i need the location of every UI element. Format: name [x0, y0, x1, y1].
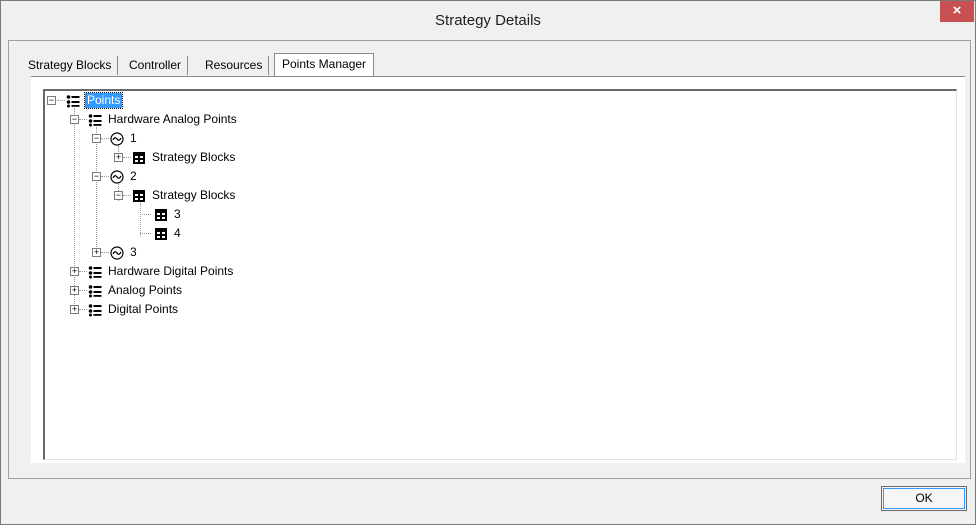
tree-node-block-4[interactable]: 4	[45, 225, 245, 243]
collapse-toggle[interactable]: −	[92, 172, 101, 181]
tree-node-point-2[interactable]: − 2	[45, 168, 245, 186]
tree-node-hardware-digital-points[interactable]: + Hardware Digital Points	[45, 263, 345, 281]
list-icon	[66, 95, 80, 108]
tree-node-label[interactable]: Points	[83, 92, 124, 109]
tree-node-label[interactable]: 2	[128, 169, 139, 184]
expand-toggle[interactable]: +	[92, 248, 101, 257]
block-icon	[155, 228, 167, 240]
ok-button-label: OK	[915, 491, 933, 505]
analog-wave-icon	[110, 246, 124, 260]
tab-controller[interactable]: Controller	[123, 56, 189, 75]
list-icon	[88, 304, 102, 317]
points-tree-view[interactable]: − Points − Hardware Analog Points − 1 +	[43, 89, 957, 460]
tree-node-point-2-strategy-blocks[interactable]: − Strategy Blocks	[45, 187, 345, 205]
tree-node-label[interactable]: 1	[128, 131, 139, 146]
expand-toggle[interactable]: +	[70, 267, 79, 276]
collapse-toggle[interactable]: −	[114, 191, 123, 200]
close-icon: ×	[952, 2, 962, 19]
tree-node-analog-points[interactable]: + Analog Points	[45, 282, 345, 300]
tree-node-label[interactable]: 3	[128, 245, 139, 260]
tab-resources[interactable]: Resources	[199, 56, 270, 75]
tab-points-manager[interactable]: Points Manager	[274, 53, 375, 76]
tree-node-digital-points[interactable]: + Digital Points	[45, 301, 345, 319]
tree-node-label[interactable]: Analog Points	[106, 283, 184, 298]
tree-node-label[interactable]: Hardware Digital Points	[106, 264, 235, 279]
block-icon	[133, 190, 145, 202]
tree-node-points[interactable]: − Points	[45, 92, 245, 110]
collapse-toggle[interactable]: −	[92, 134, 101, 143]
collapse-toggle[interactable]: −	[47, 96, 56, 105]
collapse-toggle[interactable]: −	[70, 115, 79, 124]
tree-node-label[interactable]: Digital Points	[106, 302, 180, 317]
list-icon	[88, 114, 102, 127]
tree-node-label[interactable]: Strategy Blocks	[150, 150, 237, 165]
tree-node-label[interactable]: Strategy Blocks	[150, 188, 237, 203]
tree-node-block-3[interactable]: 3	[45, 206, 245, 224]
tree-node-point-1[interactable]: − 1	[45, 130, 245, 148]
close-button[interactable]: ×	[940, 1, 974, 22]
expand-toggle[interactable]: +	[114, 153, 123, 162]
window-title: Strategy Details	[435, 12, 541, 29]
analog-wave-icon	[110, 132, 124, 146]
list-icon	[88, 266, 102, 279]
tab-strategy-blocks[interactable]: Strategy Blocks	[22, 56, 119, 75]
expand-toggle[interactable]: +	[70, 305, 79, 314]
title-bar[interactable]: Strategy Details ×	[1, 1, 975, 39]
block-icon	[133, 152, 145, 164]
analog-wave-icon	[110, 170, 124, 184]
list-icon	[88, 285, 102, 298]
tree-node-point-3[interactable]: + 3	[45, 244, 245, 262]
block-icon	[155, 209, 167, 221]
tree-node-label[interactable]: 4	[172, 226, 183, 241]
ok-button[interactable]: OK	[881, 486, 967, 511]
tree-node-point-1-strategy-blocks[interactable]: + Strategy Blocks	[45, 149, 345, 167]
expand-toggle[interactable]: +	[70, 286, 79, 295]
tree-node-label[interactable]: 3	[172, 207, 183, 222]
tree-node-hardware-analog-points[interactable]: − Hardware Analog Points	[45, 111, 345, 129]
tree-node-label[interactable]: Hardware Analog Points	[106, 112, 239, 127]
